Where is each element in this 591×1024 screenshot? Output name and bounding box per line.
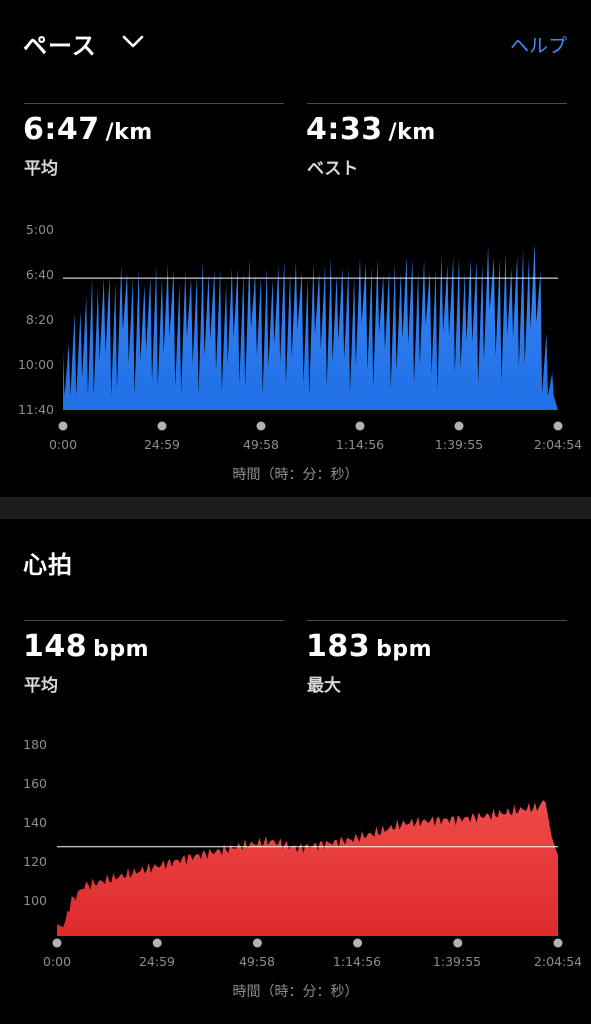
heart-rate-title: 心拍 [23, 551, 73, 579]
pace-average-label: 平均 [24, 159, 58, 179]
x-axis-label: 時間（時：分：秒） [232, 984, 359, 1000]
x-tick-marker [353, 938, 363, 948]
pace-chart [58, 243, 563, 431]
x-tick-marker [256, 421, 266, 431]
x-tick-label: 24:59 [138, 954, 176, 969]
x-tick-marker [553, 421, 563, 431]
x-tick-label: 1:39:55 [432, 954, 482, 969]
help-link[interactable]: ヘルプ [510, 31, 567, 58]
divider [24, 103, 284, 104]
pace-best-value: 4:33/km [306, 112, 436, 147]
divider [307, 103, 567, 104]
x-tick-label: 1:39:55 [434, 437, 484, 452]
x-axis-label: 時間（時：分：秒） [232, 467, 359, 483]
x-tick-label: 2:04:54 [533, 437, 583, 452]
heart-rate-card: 心拍 148 bpm 平均 183 bpm 最大 180 160 140 120 1… [0, 519, 591, 1024]
x-tick-marker [355, 421, 365, 431]
pace-title: ペース [23, 32, 97, 60]
heart-rate-average-label: 平均 [24, 676, 58, 696]
x-tick-marker [157, 421, 167, 431]
x-tick-marker [252, 938, 262, 948]
x-tick-label: 49:58 [242, 437, 280, 452]
heart-rate-average-value: 148 bpm [23, 629, 150, 664]
x-tick-marker [58, 421, 68, 431]
pace-best-label: ベスト [307, 159, 359, 179]
x-tick-label: 2:04:54 [533, 954, 583, 969]
x-tick-marker [553, 938, 563, 948]
heart-rate-max-value: 183 bpm [306, 629, 433, 664]
pace-area-series [63, 243, 560, 410]
x-tick-label: 49:58 [238, 954, 276, 969]
x-tick-label: 24:59 [143, 437, 181, 452]
pace-card: ペース ヘルプ 6:47/km 平均 4:33/km ベスト 5:00 6:40… [0, 0, 591, 497]
x-tick-label: 0:00 [42, 954, 72, 969]
x-tick-label: 0:00 [48, 437, 78, 452]
x-tick-marker [152, 938, 162, 948]
divider [24, 620, 284, 621]
pace-average-value: 6:47/km [23, 112, 153, 147]
section-separator [0, 497, 591, 519]
heart-rate-max-label: 最大 [307, 676, 341, 696]
heart-rate-chart [52, 800, 563, 948]
divider [307, 620, 567, 621]
heart-rate-area-series [57, 800, 558, 936]
x-tick-label: 1:14:56 [332, 954, 382, 969]
x-tick-marker [52, 938, 62, 948]
x-tick-marker [453, 938, 463, 948]
chevron-down-icon[interactable] [121, 30, 145, 54]
x-tick-marker [454, 421, 464, 431]
x-tick-label: 1:14:56 [335, 437, 385, 452]
